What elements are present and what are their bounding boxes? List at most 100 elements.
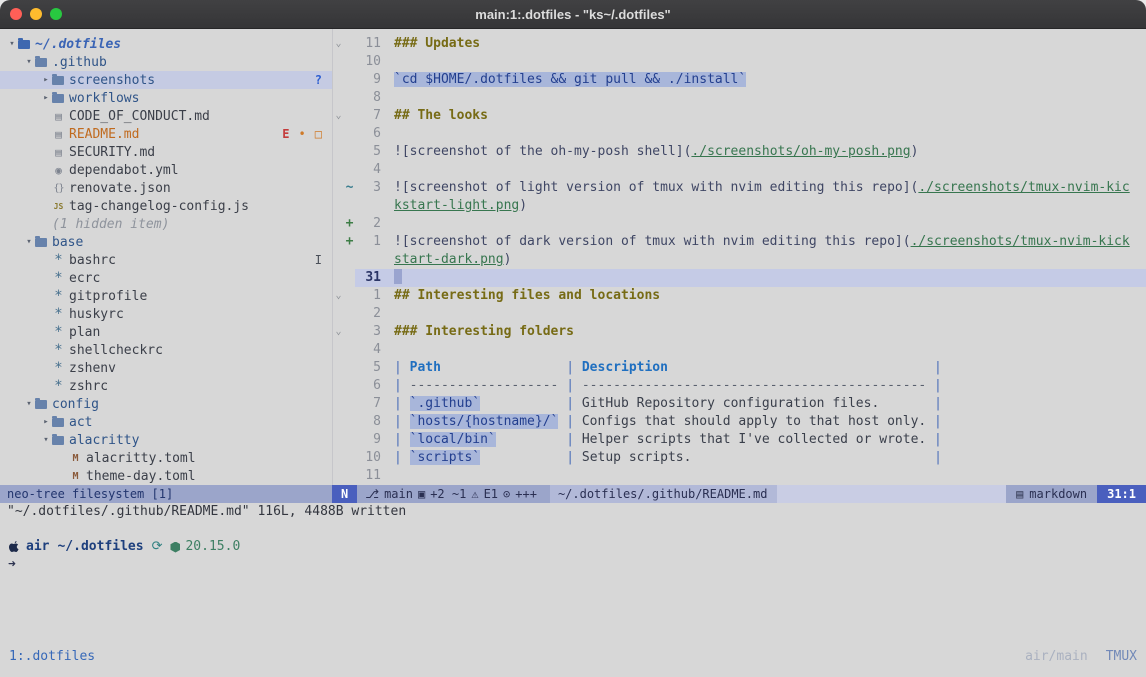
editor-line[interactable]: 4: [333, 341, 1146, 359]
chevron-down-icon: ▾: [40, 435, 52, 445]
editor-line[interactable]: 7| `.github` | GitHub Repository configu…: [333, 395, 1146, 413]
tmux-session-name: air/main: [1025, 649, 1088, 664]
zoom-button[interactable]: [50, 8, 62, 20]
tmux-window-item[interactable]: 1:.dotfiles: [9, 649, 95, 664]
git-status-segment: ⎇main▣+2 ~1⚠E1⊙+++: [357, 485, 550, 503]
tree-item-huskyrc[interactable]: *huskyrc: [0, 305, 332, 323]
sign-column: [344, 431, 355, 449]
tree-item-alacritty[interactable]: ▾alacritty: [0, 431, 332, 449]
tree-item-label: CODE_OF_CONDUCT.md: [69, 109, 210, 124]
fold-column: [333, 179, 344, 197]
editor-line[interactable]: ⌄1## Interesting files and locations: [333, 287, 1146, 305]
tree-item-label: zshrc: [69, 379, 108, 394]
toml-icon: M: [69, 453, 82, 464]
sign-column: [344, 71, 355, 89]
tree-item-code-of-conduct.md[interactable]: ▤CODE_OF_CONDUCT.md: [0, 107, 332, 125]
tree-item-badges: I: [315, 251, 322, 269]
line-text: [388, 341, 1146, 359]
editor-line[interactable]: start-dark.png): [333, 251, 1146, 269]
sign-column: [344, 89, 355, 107]
editor-line[interactable]: 5| Path | Description |: [333, 359, 1146, 377]
git-modified-badge: •: [299, 127, 306, 141]
tree-item-act[interactable]: ▸act: [0, 413, 332, 431]
text-segment: ./screenshots/tmux-nvim-kick: [911, 234, 1130, 249]
tree-item-zshenv[interactable]: *zshenv: [0, 359, 332, 377]
editor-line[interactable]: 2: [333, 305, 1146, 323]
editor-line[interactable]: ⌄7## The looks: [333, 107, 1146, 125]
editor-buffer[interactable]: ⌄11### Updates109`cd $HOME/.dotfiles && …: [332, 29, 1146, 485]
fold-column: [333, 305, 344, 323]
gitsign-added: +: [344, 233, 355, 251]
text-segment: Setup scripts.: [582, 450, 926, 465]
shell-file-icon: *: [52, 288, 65, 304]
close-button[interactable]: [10, 8, 22, 20]
editor-line[interactable]: kstart-light.png): [333, 197, 1146, 215]
statusline-filename: ~/.dotfiles/.github/README.md: [550, 485, 778, 503]
line-text: | ------------------- | ----------------…: [388, 377, 1146, 395]
text-segment: ![screenshot of light version of tmux wi…: [394, 180, 918, 195]
tree-item-bashrc[interactable]: *bashrcI: [0, 251, 332, 269]
tree-item-tag-changelog-config.js[interactable]: JStag-changelog-config.js: [0, 197, 332, 215]
editor-line[interactable]: 10: [333, 53, 1146, 71]
tree-item-label: gitprofile: [69, 289, 147, 304]
text-segment: [480, 450, 558, 465]
editor-line[interactable]: 9`cd $HOME/.dotfiles && git pull && ./in…: [333, 71, 1146, 89]
git-refresh-icon: ⟳: [152, 538, 163, 556]
fold-column: [333, 215, 344, 233]
text-segment: ## Interesting files and locations: [394, 288, 660, 303]
fold-column: [333, 233, 344, 251]
editor-cursor-line[interactable]: 31: [333, 269, 1146, 287]
fold-open-icon: ⌄: [333, 35, 344, 53]
editor-line[interactable]: 10| `scripts` | Setup scripts. |: [333, 449, 1146, 467]
tree-item-security.md[interactable]: ▤SECURITY.md: [0, 143, 332, 161]
blank-line: [0, 521, 1146, 538]
editor-line[interactable]: 9| `local/bin` | Helper scripts that I'v…: [333, 431, 1146, 449]
tree-item-theme-day.toml[interactable]: Mtheme-day.toml: [0, 467, 332, 485]
line-number: 7: [355, 107, 388, 125]
editor-line[interactable]: 4: [333, 161, 1146, 179]
tree-item--.dotfiles[interactable]: ▾~/.dotfiles: [0, 35, 332, 53]
editor-line[interactable]: ~3![screenshot of light version of tmux …: [333, 179, 1146, 197]
editor-line[interactable]: 8: [333, 89, 1146, 107]
sign-column: [344, 413, 355, 431]
tree-item-renovate.json[interactable]: {}renovate.json: [0, 179, 332, 197]
text-segment: |: [926, 396, 942, 411]
tree-item-config[interactable]: ▾config: [0, 395, 332, 413]
tree-item-workflows[interactable]: ▸workflows: [0, 89, 332, 107]
text-segment: |: [394, 378, 410, 393]
tree-item-plan[interactable]: *plan: [0, 323, 332, 341]
tree-item--1-hidden-item-[interactable]: (1 hidden item): [0, 215, 332, 233]
text-segment: ): [911, 144, 919, 159]
minimize-button[interactable]: [30, 8, 42, 20]
text-segment: `.github`: [410, 396, 480, 411]
fold-column: [333, 359, 344, 377]
editor-line[interactable]: 6: [333, 125, 1146, 143]
sign-column: [344, 377, 355, 395]
tree-item-gitprofile[interactable]: * gitprofile: [0, 287, 332, 305]
tree-item-shellcheckrc[interactable]: *shellcheckrc: [0, 341, 332, 359]
editor-line[interactable]: 11: [333, 467, 1146, 485]
chevron-down-icon: ▾: [23, 237, 35, 247]
editor-line[interactable]: 8| `hosts/{hostname}/` | Configs that sh…: [333, 413, 1146, 431]
tree-item-label: tag-changelog-config.js: [69, 199, 249, 214]
tree-item-ecrc[interactable]: *ecrc: [0, 269, 332, 287]
tree-item-.github[interactable]: ▾.github: [0, 53, 332, 71]
tree-item-zshrc[interactable]: *zshrc: [0, 377, 332, 395]
text-segment: Path: [410, 360, 441, 375]
editor-line[interactable]: 6| ------------------- | ---------------…: [333, 377, 1146, 395]
line-number: 8: [355, 89, 388, 107]
fold-column: [333, 377, 344, 395]
editor-line[interactable]: +1![screenshot of dark version of tmux w…: [333, 233, 1146, 251]
editor-line[interactable]: +2: [333, 215, 1146, 233]
tree-item-base[interactable]: ▾base: [0, 233, 332, 251]
tree-item-screenshots[interactable]: ▸screenshots?: [0, 71, 332, 89]
tree-item-alacritty.toml[interactable]: Malacritty.toml: [0, 449, 332, 467]
editor-line[interactable]: ⌄11### Updates: [333, 35, 1146, 53]
filetype-segment: ▤markdown: [1006, 485, 1097, 503]
line-text: [388, 125, 1146, 143]
tree-item-readme.md[interactable]: ▤README.mdE•□: [0, 125, 332, 143]
editor-line[interactable]: 5![screenshot of the oh-my-posh shell](.…: [333, 143, 1146, 161]
editor-line[interactable]: ⌄3### Interesting folders: [333, 323, 1146, 341]
tree-item-dependabot.yml[interactable]: ◉dependabot.yml: [0, 161, 332, 179]
fold-column: [333, 71, 344, 89]
